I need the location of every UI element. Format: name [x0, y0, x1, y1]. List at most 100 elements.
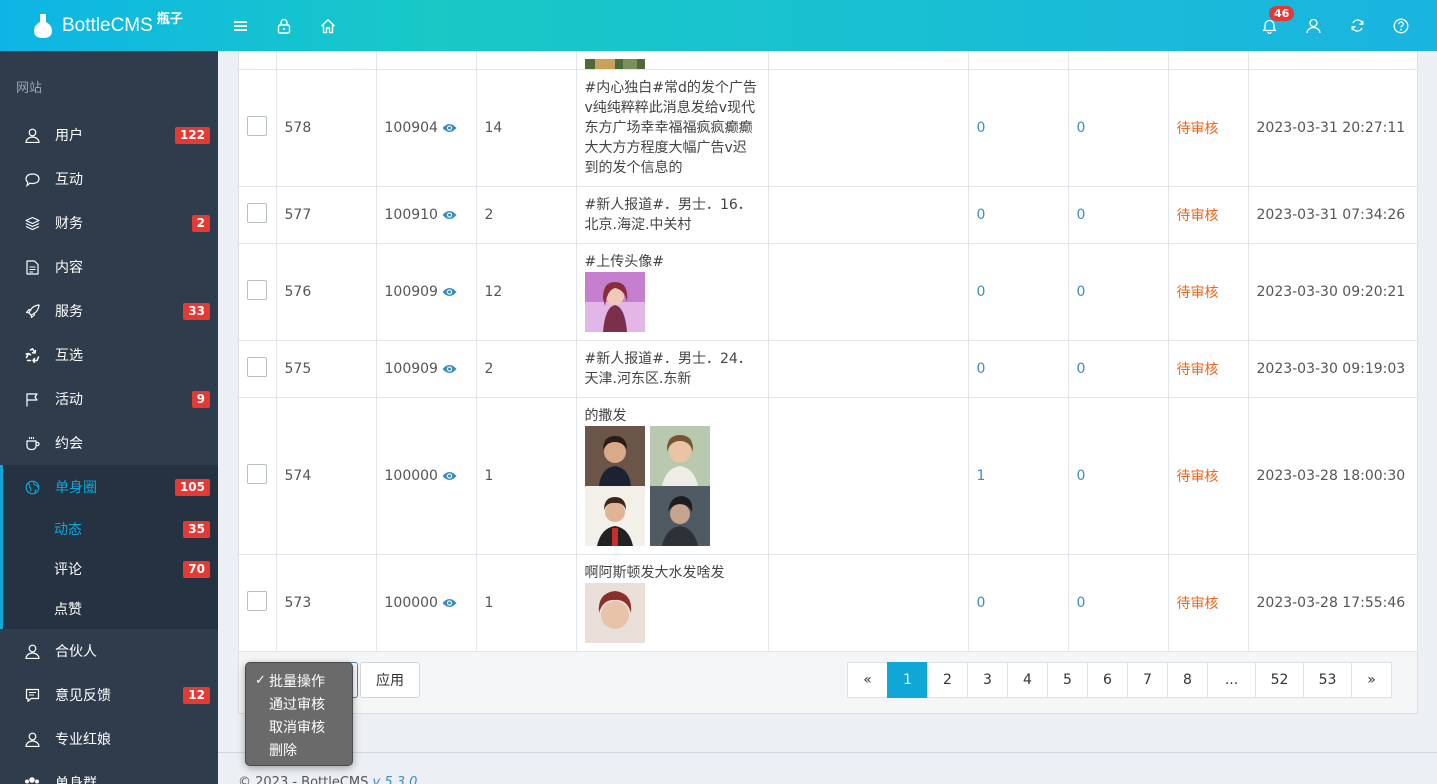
pagination-page[interactable]: 4: [1007, 662, 1048, 698]
likes-link[interactable]: 0: [1077, 361, 1086, 377]
help-button[interactable]: [1379, 0, 1423, 51]
user-id: 100000: [384, 594, 438, 611]
pagination-page[interactable]: 52: [1255, 662, 1304, 698]
pagination-page[interactable]: 7: [1127, 662, 1168, 698]
eye-icon[interactable]: [442, 598, 457, 608]
pagination-next[interactable]: »: [1351, 662, 1392, 698]
sidebar-subitem-comments[interactable]: 评论 70: [0, 549, 218, 589]
sidebar-item-content[interactable]: 内容: [0, 245, 218, 289]
sidebar-item-service[interactable]: 服务 33: [0, 289, 218, 333]
sidebar-item-singles-group[interactable]: 单身群: [0, 761, 218, 784]
dropdown-option-approve[interactable]: 通过审核: [246, 692, 352, 715]
pagination-page[interactable]: 5: [1047, 662, 1088, 698]
footer-version[interactable]: v 5.3.0: [373, 775, 418, 784]
post-time: 2023-03-28 18:00:30: [1248, 397, 1418, 555]
eye-icon[interactable]: [442, 210, 457, 220]
menu-toggle-button[interactable]: [218, 0, 262, 51]
likes-link[interactable]: 0: [1077, 284, 1086, 300]
sidebar-badge: 2: [191, 214, 210, 232]
pagination-page[interactable]: 8: [1167, 662, 1208, 698]
page-footer: © 2023 - BottleCMS v 5.3.0: [238, 775, 417, 784]
layers-icon: [24, 215, 40, 231]
refresh-button[interactable]: [1335, 0, 1379, 51]
status-pending[interactable]: 待审核: [1177, 469, 1219, 485]
status-pending[interactable]: 待审核: [1177, 596, 1219, 612]
row-checkbox[interactable]: [247, 590, 267, 611]
sidebar-item-activity[interactable]: 活动 9: [0, 377, 218, 421]
post-image[interactable]: [584, 425, 645, 486]
pagination-page[interactable]: 53: [1303, 662, 1352, 698]
sidebar-subitem-label: 点赞: [54, 602, 82, 618]
profile-button[interactable]: [1291, 0, 1335, 51]
table-row: [239, 51, 1418, 70]
post-time: 2023-03-30 09:20:21: [1248, 243, 1418, 341]
pagination-page[interactable]: 2: [927, 662, 968, 698]
comments-link[interactable]: 0: [977, 361, 986, 377]
comments-link[interactable]: 0: [977, 120, 986, 136]
post-text: 啊阿斯顿发大水发啥发: [584, 564, 725, 581]
sidebar-item-mutual[interactable]: 互选: [0, 333, 218, 377]
row-checkbox[interactable]: [247, 463, 267, 484]
post-time: 2023-03-28 17:55:46: [1248, 554, 1418, 652]
pagination-page[interactable]: 1: [887, 662, 928, 698]
likes-link[interactable]: 0: [1077, 207, 1086, 223]
brand-sub: 瓶子: [156, 12, 183, 27]
dropdown-option-delete[interactable]: 删除: [246, 738, 352, 761]
sidebar-item-interaction[interactable]: 互动: [0, 157, 218, 201]
post-image[interactable]: [649, 425, 710, 486]
sidebar-subitem-posts[interactable]: 动态 35: [0, 509, 218, 549]
checkmark-icon: ✓: [255, 673, 266, 688]
sidebar-item-dating[interactable]: 约会: [0, 421, 218, 465]
comments-link[interactable]: 0: [977, 284, 986, 300]
pagination-ellipsis: ...: [1207, 662, 1256, 698]
status-pending[interactable]: 待审核: [1177, 121, 1219, 137]
post-id: 573: [276, 554, 377, 652]
pagination-page[interactable]: 6: [1087, 662, 1128, 698]
post-image[interactable]: [649, 485, 710, 546]
user-icon: [1305, 18, 1321, 33]
sidebar-subitem-likes[interactable]: 点赞: [0, 589, 218, 629]
pagination-prev[interactable]: «: [847, 662, 888, 698]
likes-link[interactable]: 0: [1077, 595, 1086, 611]
comments-link[interactable]: 1: [977, 468, 986, 484]
dropdown-option-bulk[interactable]: ✓ 批量操作: [246, 669, 352, 692]
comments-link[interactable]: 0: [977, 207, 986, 223]
comments-link[interactable]: 0: [977, 595, 986, 611]
status-pending[interactable]: 待审核: [1177, 285, 1219, 301]
pagination-page[interactable]: 3: [967, 662, 1008, 698]
sidebar-item-users[interactable]: 用户 122: [0, 113, 218, 157]
row-checkbox[interactable]: [247, 279, 267, 300]
posts-panel: 578 100904 14 #内心独白#常d的发个广告v纯纯粹粹此消息发给v现代…: [238, 51, 1418, 714]
status-pending[interactable]: 待审核: [1177, 208, 1219, 224]
sidebar-item-feedback[interactable]: 意见反馈 12: [0, 673, 218, 717]
likes-link[interactable]: 0: [1077, 468, 1086, 484]
eye-icon[interactable]: [442, 471, 457, 481]
post-id: 577: [276, 186, 377, 244]
brand[interactable]: BottleCMS 瓶子: [0, 0, 218, 51]
sidebar-item-partners[interactable]: 合伙人: [0, 629, 218, 673]
sidebar-item-matchmaker[interactable]: 专业红娘: [0, 717, 218, 761]
sidebar-badge: 70: [183, 560, 210, 578]
dropdown-option-unapprove[interactable]: 取消审核: [246, 715, 352, 738]
post-image[interactable]: [584, 271, 645, 332]
post-time: 2023-03-31 07:34:26: [1248, 186, 1418, 244]
eye-icon[interactable]: [442, 123, 457, 133]
sidebar-item-singles-circle[interactable]: 单身圈 105: [0, 465, 218, 509]
lock-button[interactable]: [262, 0, 306, 51]
row-checkbox[interactable]: [247, 115, 267, 136]
post-image[interactable]: [584, 582, 645, 643]
sidebar-item-finance[interactable]: 财务 2: [0, 201, 218, 245]
user-id: 100904: [384, 119, 438, 136]
likes-link[interactable]: 0: [1077, 120, 1086, 136]
user-icon: [24, 127, 40, 143]
sidebar-badge: 122: [174, 126, 210, 144]
status-pending[interactable]: 待审核: [1177, 362, 1219, 378]
post-image[interactable]: [584, 485, 645, 546]
row-checkbox[interactable]: [247, 356, 267, 377]
row-checkbox[interactable]: [247, 202, 267, 223]
eye-icon[interactable]: [442, 287, 457, 297]
notifications-button[interactable]: 46: [1247, 0, 1295, 51]
apply-button[interactable]: 应用: [360, 662, 420, 698]
eye-icon[interactable]: [442, 364, 457, 374]
home-button[interactable]: [306, 0, 350, 51]
